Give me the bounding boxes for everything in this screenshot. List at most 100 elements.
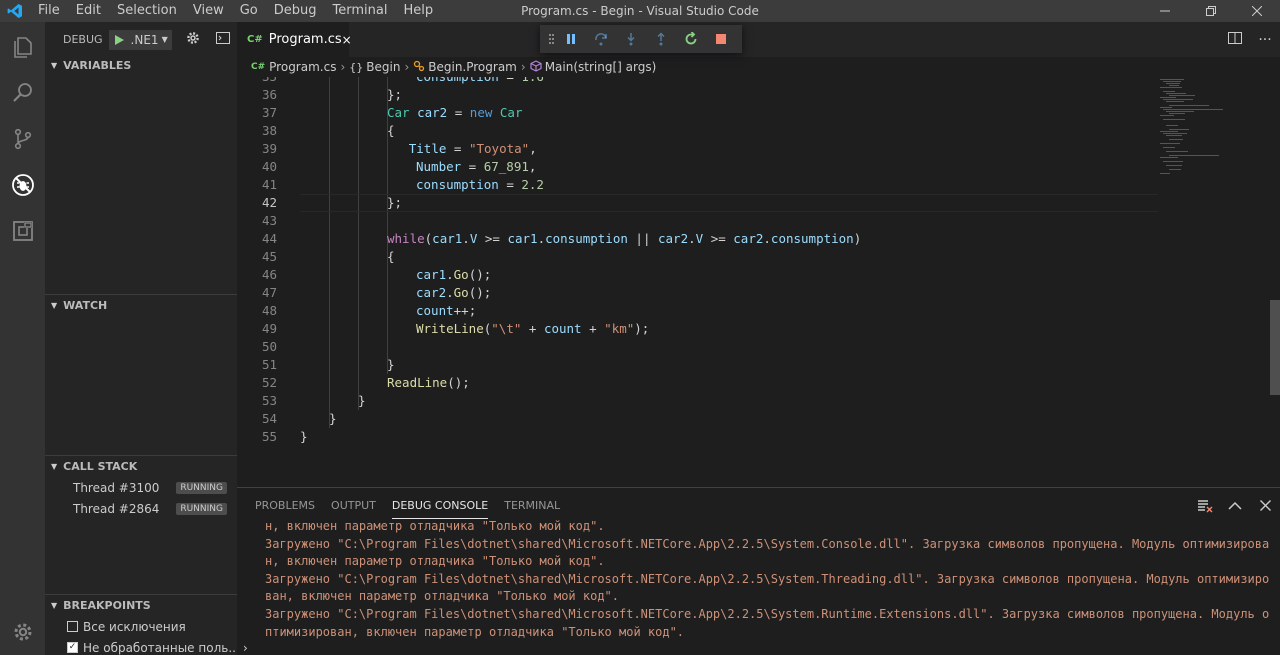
menu-view[interactable]: View <box>185 0 232 22</box>
minimap-line <box>1163 161 1183 162</box>
thread-row[interactable]: Thread #3100 RUNNING <box>45 477 237 498</box>
tab-program-cs[interactable]: C# Program.cs × <box>237 22 352 57</box>
variables-section-header[interactable]: ▼ VARIABLES <box>45 54 237 76</box>
code-token: car1 <box>416 267 447 282</box>
debug-icon[interactable] <box>0 162 45 208</box>
start-debugging-icon[interactable] <box>113 34 125 46</box>
menu-go[interactable]: Go <box>232 0 266 22</box>
code-token: ) <box>853 231 862 246</box>
code-line[interactable]: 55} <box>237 428 1280 446</box>
code-line[interactable]: 50 <box>237 338 1280 356</box>
editor-scrollbar[interactable] <box>1270 300 1280 395</box>
code-token: (); <box>468 267 492 282</box>
breakpoints-section-header[interactable]: ▼ BREAKPOINTS <box>45 594 237 616</box>
line-number: 45 <box>261 249 277 264</box>
line-number: 47 <box>261 285 277 300</box>
source-control-icon[interactable] <box>0 116 45 162</box>
code-line[interactable]: 44 while(car1.V >= car1.consumption || ca… <box>237 230 1280 248</box>
chevron-right-icon: › <box>404 60 410 74</box>
menu-terminal[interactable]: Terminal <box>325 0 396 22</box>
code-line[interactable]: 36}; <box>237 86 1280 104</box>
drag-handle-icon[interactable] <box>544 34 556 44</box>
debug-console-toggle-icon[interactable] <box>215 32 230 47</box>
code-line[interactable]: 39 Title = "Toyota", <box>237 140 1280 158</box>
code-token: Title <box>408 141 447 156</box>
breakpoint-label: Все исключения <box>83 619 186 634</box>
code-text: }; <box>387 194 402 212</box>
code-line[interactable]: 45 { <box>237 248 1280 266</box>
call-stack-section-header[interactable]: ▼ CALL STACK <box>45 455 237 477</box>
breadcrumb-file[interactable]: Program.cs <box>269 60 336 74</box>
menu-edit[interactable]: Edit <box>68 0 109 22</box>
console-prompt-icon[interactable]: › <box>243 641 248 655</box>
close-panel-icon[interactable] <box>1250 500 1280 511</box>
clear-console-icon[interactable] <box>1190 499 1220 513</box>
gear-icon[interactable] <box>186 31 200 48</box>
breadcrumb-namespace[interactable]: Begin <box>366 60 400 74</box>
code-line[interactable]: 53} <box>237 392 1280 410</box>
tab-problems[interactable]: PROBLEMS <box>255 493 315 518</box>
debug-config-select[interactable]: .NE1 ▼ <box>108 29 172 50</box>
extensions-icon[interactable] <box>0 208 45 254</box>
settings-icon[interactable] <box>0 609 45 655</box>
tab-terminal[interactable]: TERMINAL <box>504 493 560 518</box>
split-editor-icon[interactable] <box>1220 31 1250 48</box>
breakpoint-row[interactable]: Все исключения <box>45 616 237 637</box>
code-line[interactable]: 47 car2.Go(); <box>237 284 1280 302</box>
minimap[interactable] <box>1158 77 1270 487</box>
code-editor[interactable]: 35consumption = 1.636};37Car car2 = new … <box>237 77 1280 487</box>
code-token: } <box>329 411 337 426</box>
tab-debug-console[interactable]: DEBUG CONSOLE <box>391 493 489 519</box>
minimap-line <box>1163 91 1175 92</box>
close-icon[interactable]: × <box>342 33 352 47</box>
console-line: Загружено "C:\Program Files\dotnet\share… <box>265 571 1270 586</box>
chevron-right-icon: › <box>340 60 346 74</box>
minimap-line <box>1160 131 1178 132</box>
explorer-icon[interactable] <box>0 24 45 70</box>
code-line[interactable]: 52 ReadLine(); <box>237 374 1280 392</box>
close-window-icon[interactable] <box>1234 0 1280 22</box>
code-line[interactable]: 41 consumption = 2.2 <box>237 176 1280 194</box>
restart-icon[interactable] <box>676 25 706 53</box>
code-token: Go <box>453 285 469 300</box>
restore-icon[interactable] <box>1188 0 1234 22</box>
code-token: while <box>387 231 425 246</box>
thread-row[interactable]: Thread #2864 RUNNING <box>45 498 237 519</box>
menu-selection[interactable]: Selection <box>109 0 185 22</box>
console-line: Загружено "C:\Program Files\dotnet\share… <box>265 536 1270 551</box>
step-over-icon[interactable] <box>586 25 616 53</box>
code-line[interactable]: 54} <box>237 410 1280 428</box>
breakpoint-row[interactable]: ✓ Не обработанные поль... <box>45 637 237 655</box>
menu-debug[interactable]: Debug <box>266 0 325 22</box>
watch-section-header[interactable]: ▼ WATCH <box>45 294 237 316</box>
minimap-line <box>1169 113 1185 114</box>
code-line[interactable]: 42}; <box>237 194 1280 212</box>
tab-output[interactable]: OUTPUT <box>331 493 376 518</box>
code-line[interactable]: 38 { <box>237 122 1280 140</box>
code-line[interactable]: 46 car1.Go(); <box>237 266 1280 284</box>
minimize-icon[interactable] <box>1142 0 1188 22</box>
step-into-icon[interactable] <box>616 25 646 53</box>
code-text: consumption = 2.2 <box>416 176 544 194</box>
menu-help[interactable]: Help <box>395 0 441 22</box>
pause-icon[interactable] <box>556 25 586 53</box>
code-token: WriteLine <box>416 321 484 336</box>
code-line[interactable]: 40 Number = 67_891, <box>237 158 1280 176</box>
code-line[interactable]: 43 <box>237 212 1280 230</box>
code-line[interactable]: 35 consumption = 1.6 <box>237 77 1280 86</box>
breakpoint-checkbox[interactable] <box>67 621 78 632</box>
maximize-panel-icon[interactable] <box>1220 501 1250 511</box>
code-line[interactable]: 48 count++; <box>237 302 1280 320</box>
breakpoint-checkbox-checked[interactable]: ✓ <box>67 642 78 653</box>
code-line[interactable]: 51} <box>237 356 1280 374</box>
stop-icon[interactable] <box>706 25 736 53</box>
menu-file[interactable]: File <box>30 0 68 22</box>
code-line[interactable]: 49 WriteLine("\t" + count + "km"); <box>237 320 1280 338</box>
breadcrumb-method[interactable]: Main(string[] args) <box>545 60 657 74</box>
breadcrumb-class[interactable]: Begin.Program <box>428 60 517 74</box>
step-out-icon[interactable] <box>646 25 676 53</box>
chevron-down-icon: ▼ <box>51 601 58 610</box>
search-icon[interactable] <box>0 70 45 116</box>
code-line[interactable]: 37 Car car2 = new Car <box>237 104 1280 122</box>
more-actions-icon[interactable]: ··· <box>1250 32 1280 48</box>
